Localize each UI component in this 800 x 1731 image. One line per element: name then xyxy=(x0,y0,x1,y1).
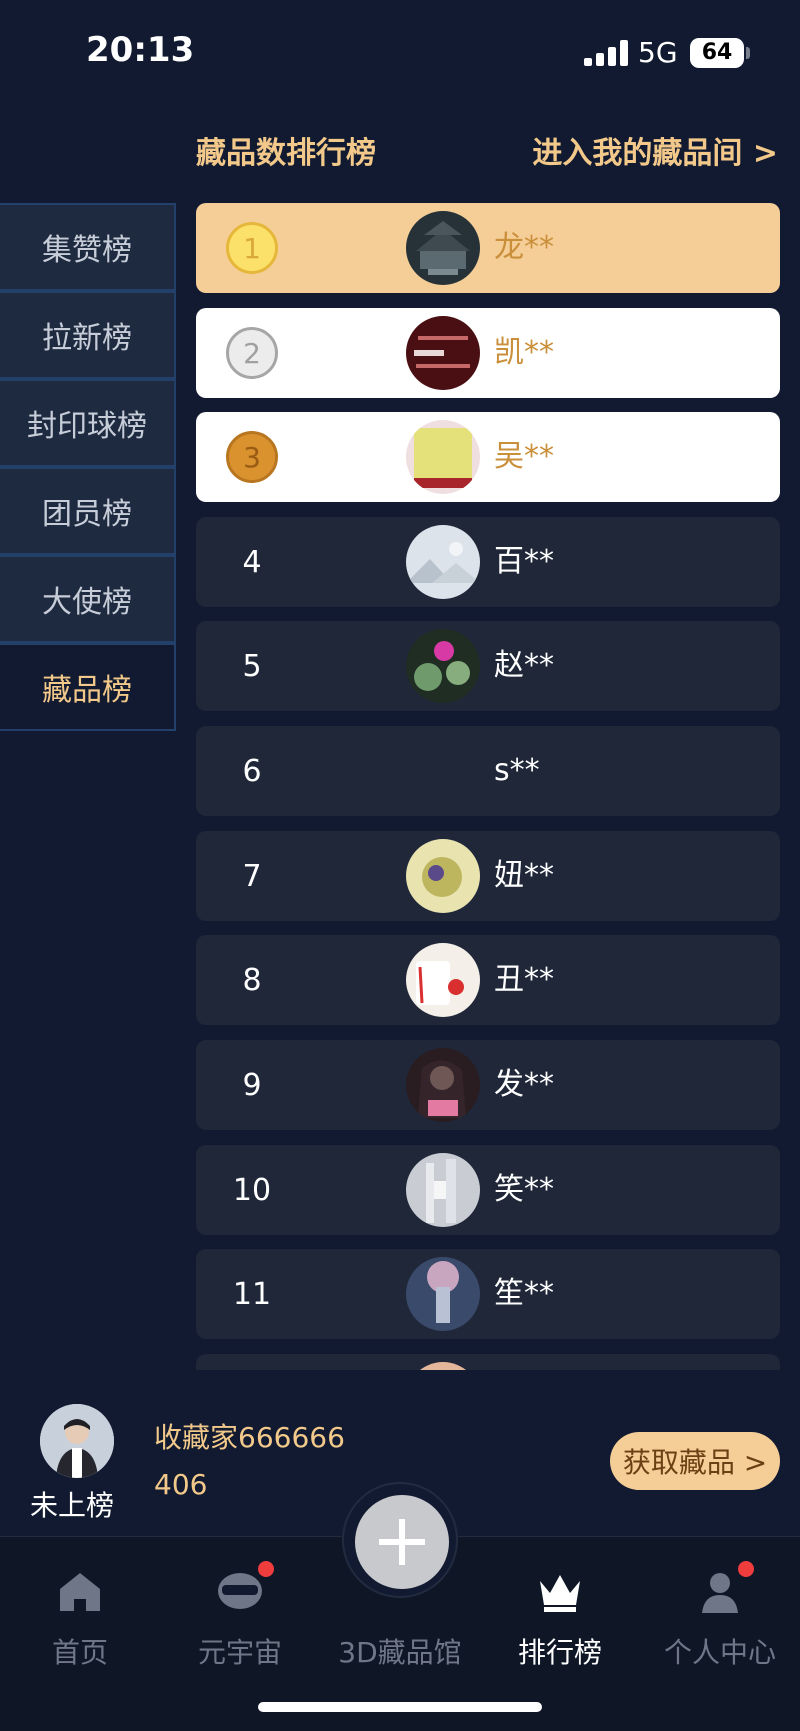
enter-collection-link[interactable]: 进入我的藏品间 > xyxy=(532,128,778,172)
user-name: 吴** xyxy=(494,439,554,474)
battery-icon: 64 xyxy=(690,38,744,68)
page-title: 藏品数排行榜 xyxy=(196,136,376,171)
person-icon xyxy=(696,1561,754,1615)
user-name: 笙** xyxy=(494,1276,554,1311)
get-collection-button[interactable]: 获取藏品 > xyxy=(610,1432,780,1490)
user-name: 凯** xyxy=(494,335,554,370)
rank-number: 6 xyxy=(242,753,262,789)
user-name: 百** xyxy=(494,544,554,579)
plus-icon xyxy=(379,1519,425,1565)
tab-home[interactable]: 首页 xyxy=(0,1567,160,1671)
user-name: 赵** xyxy=(494,648,554,683)
signal-icon xyxy=(584,40,628,66)
side-tab-invites[interactable]: 拉新榜 xyxy=(0,291,176,379)
tab-profile[interactable]: 个人中心 xyxy=(640,1561,800,1671)
ranking-row[interactable]: 8 丑** xyxy=(196,935,780,1025)
ranking-row[interactable]: 10 笑** xyxy=(196,1145,780,1235)
rank-number: 7 xyxy=(242,858,262,894)
silver-medal-icon: 2 xyxy=(226,327,278,379)
battery-tip xyxy=(746,47,750,59)
home-icon xyxy=(56,1567,104,1615)
avatar xyxy=(406,316,480,390)
avatar xyxy=(406,1257,480,1331)
avatar xyxy=(406,629,480,703)
side-tab-likes[interactable]: 集赞榜 xyxy=(0,203,176,291)
ranking-row[interactable]: 6 s** xyxy=(196,726,780,816)
ranking-row[interactable]: 4 百** xyxy=(196,517,780,607)
side-tab-collection[interactable]: 藏品榜 xyxy=(0,643,176,731)
tab-metaverse[interactable]: 元宇宙 xyxy=(160,1561,320,1671)
avatar xyxy=(406,839,480,913)
crown-icon xyxy=(536,1567,584,1615)
ranking-row[interactable]: 7 妞** xyxy=(196,831,780,921)
ranking-row[interactable]: 3 吴** xyxy=(196,412,780,502)
avatar xyxy=(406,211,480,285)
avatar xyxy=(406,525,480,599)
my-rank-status: 未上榜 xyxy=(30,1489,115,1522)
bronze-medal-icon: 3 xyxy=(226,431,278,483)
user-name: 龙** xyxy=(494,230,554,265)
rank-number: 9 xyxy=(242,1067,262,1103)
user-name: 妞** xyxy=(494,858,554,893)
ranking-row[interactable]: 9 发** xyxy=(196,1040,780,1130)
ranking-row[interactable]: 11 笙** xyxy=(196,1249,780,1339)
ranking-row[interactable]: 1 龙** xyxy=(196,203,780,293)
user-name: 丑** xyxy=(494,962,554,997)
vr-headset-icon xyxy=(216,1561,274,1615)
my-username: 收藏家666666 xyxy=(154,1421,345,1454)
gold-medal-icon: 1 xyxy=(226,222,278,274)
rank-number: 4 xyxy=(242,544,262,580)
home-indicator xyxy=(258,1702,542,1712)
side-tab-seal-ball[interactable]: 封印球榜 xyxy=(0,379,176,467)
center-button-wrap xyxy=(342,1482,458,1598)
rank-number: 5 xyxy=(242,648,262,684)
tab-ranking[interactable]: 排行榜 xyxy=(480,1567,640,1671)
user-name: s** xyxy=(494,753,540,788)
avatar xyxy=(406,1362,480,1370)
rank-number: 8 xyxy=(242,962,262,998)
side-tab-members[interactable]: 团员榜 xyxy=(0,467,176,555)
user-name: 发** xyxy=(494,1067,554,1102)
status-bar: 20:13 5G 64 xyxy=(0,0,800,100)
rank-number: 10 xyxy=(232,1172,272,1208)
user-name: 笑** xyxy=(494,1172,554,1207)
side-tab-ambassador[interactable]: 大使榜 xyxy=(0,555,176,643)
avatar xyxy=(406,420,480,494)
avatar xyxy=(406,943,480,1017)
notification-dot xyxy=(738,1561,754,1577)
my-collection-count: 406 xyxy=(154,1468,208,1501)
add-button[interactable] xyxy=(355,1495,449,1589)
ranking-list[interactable]: 1 龙** 2 凯** 3 吴** 4 百** 5 赵** 6 s** 7 妞*… xyxy=(196,203,780,1370)
ranking-row[interactable]: 5 赵** xyxy=(196,621,780,711)
ranking-row[interactable] xyxy=(196,1354,780,1370)
my-avatar xyxy=(40,1404,114,1478)
rank-number: 11 xyxy=(232,1276,272,1312)
avatar xyxy=(406,1048,480,1122)
status-time: 20:13 xyxy=(86,30,195,70)
notification-dot xyxy=(258,1561,274,1577)
ranking-row[interactable]: 2 凯** xyxy=(196,308,780,398)
avatar xyxy=(406,1153,480,1227)
network-type: 5G xyxy=(638,36,678,69)
leaderboard-side-tabs: 集赞榜 拉新榜 封印球榜 团员榜 大使榜 藏品榜 xyxy=(0,203,176,731)
